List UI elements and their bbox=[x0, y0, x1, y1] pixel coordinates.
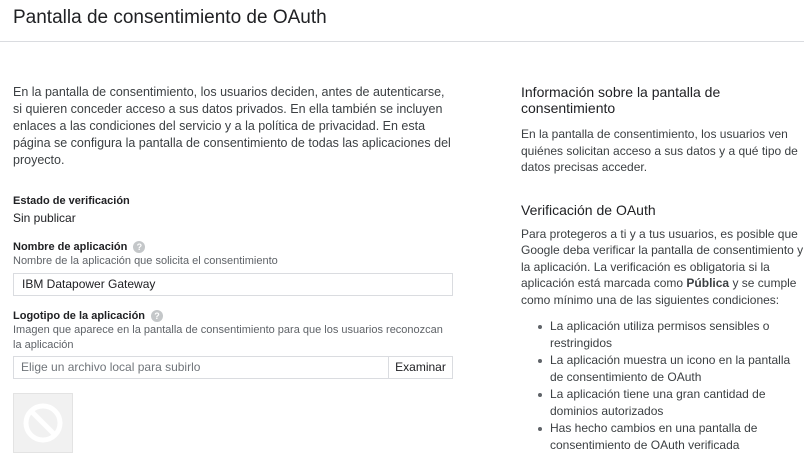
condition-text: Has hecho cambios en una pantalla de con… bbox=[550, 421, 758, 452]
oauth-verification-heading: Verificación de OAuth bbox=[521, 201, 656, 218]
list-item: La aplicación utiliza permisos sensibles… bbox=[521, 318, 804, 351]
info-heading: Información sobre la pantalla de consent… bbox=[521, 84, 721, 116]
bullet-icon bbox=[538, 427, 542, 431]
condition-text: La aplicación muestra un icono en la pan… bbox=[550, 353, 791, 384]
consent-form: En la pantalla de consentimiento, los us… bbox=[13, 84, 453, 453]
condition-text: La aplicación utiliza permisos sensibles… bbox=[550, 319, 770, 350]
app-logo-label-text: Logotipo de la aplicación bbox=[13, 310, 146, 322]
verification-status-value: Sin publicar bbox=[13, 211, 76, 225]
app-name-hint: Nombre de la aplicación que solicita el … bbox=[13, 255, 278, 267]
list-item: La aplicación tiene una gran cantidad de… bbox=[521, 386, 804, 419]
no-image-icon bbox=[23, 403, 63, 443]
verification-status-label-text: Estado de verificación bbox=[13, 195, 130, 207]
oauth-verification-text: Para protegeros a ti y a tus usuarios, e… bbox=[521, 226, 804, 309]
info-text: En la pantalla de consentimiento, los us… bbox=[521, 127, 798, 174]
condition-text: La aplicación tiene una gran cantidad de… bbox=[550, 387, 766, 418]
public-label: Pública bbox=[686, 276, 730, 290]
bullet-icon bbox=[538, 359, 542, 363]
bullet-icon bbox=[538, 393, 542, 397]
conditions-list: La aplicación utiliza permisos sensibles… bbox=[521, 318, 804, 453]
intro-text: En la pantalla de consentimiento, los us… bbox=[13, 85, 451, 167]
app-logo-hint: Imagen que aparece en la pantalla de con… bbox=[13, 324, 443, 351]
page-title: Pantalla de consentimiento de OAuth bbox=[13, 7, 327, 28]
logo-preview bbox=[13, 393, 73, 453]
list-item: La aplicación muestra un icono en la pan… bbox=[521, 352, 804, 385]
logo-file-picker: Elige un archivo local para subirlo Exam… bbox=[13, 356, 453, 379]
help-icon[interactable]: ? bbox=[151, 310, 164, 322]
app-name-input[interactable]: IBM Datapower Gateway bbox=[13, 273, 453, 296]
info-sidebar: Información sobre la pantalla de consent… bbox=[521, 84, 804, 454]
bullet-icon bbox=[538, 325, 542, 329]
logo-file-input[interactable]: Elige un archivo local para subirlo bbox=[13, 356, 389, 379]
app-logo-label: Logotipo de la aplicación ? bbox=[13, 310, 453, 322]
app-name-label-text: Nombre de aplicación bbox=[13, 241, 128, 253]
verification-status-label: Estado de verificación bbox=[13, 195, 453, 207]
list-item: Has hecho cambios en una pantalla de con… bbox=[521, 420, 804, 453]
help-icon[interactable]: ? bbox=[133, 241, 146, 253]
browse-button[interactable]: Examinar bbox=[389, 356, 453, 379]
app-name-label: Nombre de aplicación ? bbox=[13, 241, 453, 253]
page-header: Pantalla de consentimiento de OAuth bbox=[0, 0, 804, 42]
